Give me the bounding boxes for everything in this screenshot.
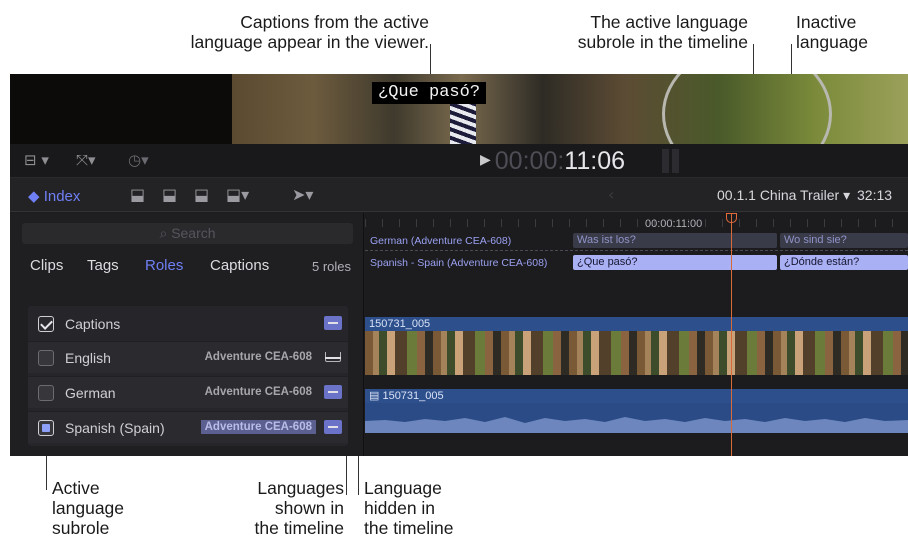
caption-lane-label-spanish: Spanish - Spain (Adventure CEA-608) — [370, 257, 548, 269]
video-clip-filmstrip[interactable] — [365, 331, 908, 375]
select-tool-icon[interactable]: ➤▾ — [292, 185, 313, 204]
final-cut-window: ⊟ ▾ ⤧▾ ◷▾ ▶ 00:00:11:06 ◆ Index ⬓ ⬓ ⬓ ⬓▾ … — [10, 144, 908, 456]
audio-clip-title[interactable]: ▤ 150731_005 — [365, 389, 908, 403]
lane-toggle-icon[interactable] — [324, 316, 342, 330]
timeline[interactable]: 00:00:11:00 German (Adventure CEA-608) W… — [365, 213, 908, 456]
callout-viewer-caption: Captions from the active language appear… — [190, 12, 429, 52]
role-row-english[interactable]: English Adventure CEA-608 — [28, 341, 348, 373]
tab-captions[interactable]: Captions — [210, 257, 269, 274]
caption-clip[interactable]: Was ist los? — [573, 233, 777, 248]
callout-inactive-language: Inactive language — [796, 12, 869, 52]
timeline-ruler[interactable] — [365, 213, 908, 227]
role-row-german[interactable]: German Adventure CEA-608 — [28, 376, 348, 408]
tab-roles[interactable]: Roles — [145, 257, 183, 274]
callout-languages-shown: Languages shown in the timeline — [254, 478, 345, 538]
role-checkbox-english[interactable] — [38, 350, 54, 366]
tab-tags[interactable]: Tags — [87, 257, 119, 274]
viewer-caption: ¿Que pasó? — [372, 82, 487, 104]
audio-meter-left — [662, 149, 669, 173]
speed-icon[interactable]: ◷▾ — [128, 151, 149, 169]
callout-language-hidden: Language hidden in the timeline — [364, 478, 454, 538]
striped-shirt-detail — [450, 100, 476, 144]
roles-count: 5 roles — [312, 259, 352, 274]
role-row-spanish[interactable]: Spanish (Spain) Adventure CEA-608 — [28, 411, 348, 443]
audio-waveform[interactable] — [365, 403, 908, 433]
append-clip-icon[interactable]: ⬓ — [194, 185, 209, 204]
connect-clip-icon[interactable]: ⬓ — [130, 185, 145, 204]
callout-active-subrole-timeline: The active language subrole in the timel… — [577, 12, 748, 52]
playhead-handle-icon[interactable] — [726, 213, 737, 223]
caption-clip-active[interactable]: ¿Dónde están? — [780, 255, 908, 270]
lane-divider — [365, 250, 908, 251]
callout-active-language-subrole: Active language subrole — [52, 478, 125, 538]
overwrite-clip-icon[interactable]: ⬓▾ — [226, 185, 249, 204]
caption-clip-active[interactable]: ¿Que pasó? — [573, 255, 777, 270]
insert-clip-icon[interactable]: ⬓ — [162, 185, 177, 204]
back-chevron-icon[interactable]: ‹ — [608, 185, 614, 204]
caption-lane-label-german: German (Adventure CEA-608) — [370, 235, 512, 247]
roles-list: Captions English Adventure CEA-608 Germa… — [28, 306, 348, 446]
search-icon: ⌕ — [159, 225, 168, 241]
bicycle-wheel-detail — [662, 74, 832, 144]
project-name-menu[interactable]: 00.1.1 China Trailer ▾ — [717, 187, 850, 204]
role-checkbox-spanish-active[interactable] — [38, 420, 54, 436]
audio-meter-right — [672, 149, 679, 173]
viewer-toolbar: ⊟ ▾ ⤧▾ ◷▾ ▶ 00:00:11:06 — [10, 144, 908, 178]
waveform-path — [365, 417, 908, 433]
viewer-options-icon[interactable]: ⊟ ▾ — [24, 151, 49, 169]
lane-shown-icon[interactable] — [324, 420, 342, 434]
timecode-display: ▶ 00:00:11:06 — [480, 147, 626, 175]
ruler-timecode: 00:00:11:00 — [645, 218, 703, 230]
lane-shown-icon[interactable] — [324, 385, 342, 399]
viewer-video-frame — [232, 74, 908, 144]
index-button[interactable]: ◆ Index — [28, 187, 80, 205]
timeline-index: ⌕ Search Clips Tags Roles Captions 5 rol… — [10, 213, 364, 456]
index-search-field[interactable]: ⌕ Search — [22, 223, 353, 244]
lane-hidden-icon[interactable] — [324, 350, 342, 364]
timeline-toolbar: ◆ Index ⬓ ⬓ ⬓ ⬓▾ ➤▾ ‹ 00.1.1 China Trail… — [10, 178, 908, 212]
play-icon[interactable]: ▶ — [480, 152, 491, 168]
role-row-captions[interactable]: Captions — [28, 308, 348, 340]
video-clip-title[interactable]: 150731_005 — [365, 317, 908, 331]
caption-clip[interactable]: Wo sind sie? — [780, 233, 908, 248]
role-checkbox-captions[interactable] — [38, 316, 54, 332]
tab-clips[interactable]: Clips — [30, 257, 63, 274]
project-duration: 32:13 — [857, 187, 893, 203]
viewer: ¿Que pasó? — [10, 74, 908, 144]
role-checkbox-german[interactable] — [38, 385, 54, 401]
playhead[interactable] — [731, 213, 732, 456]
transform-tools-icon[interactable]: ⤧▾ — [76, 151, 96, 169]
